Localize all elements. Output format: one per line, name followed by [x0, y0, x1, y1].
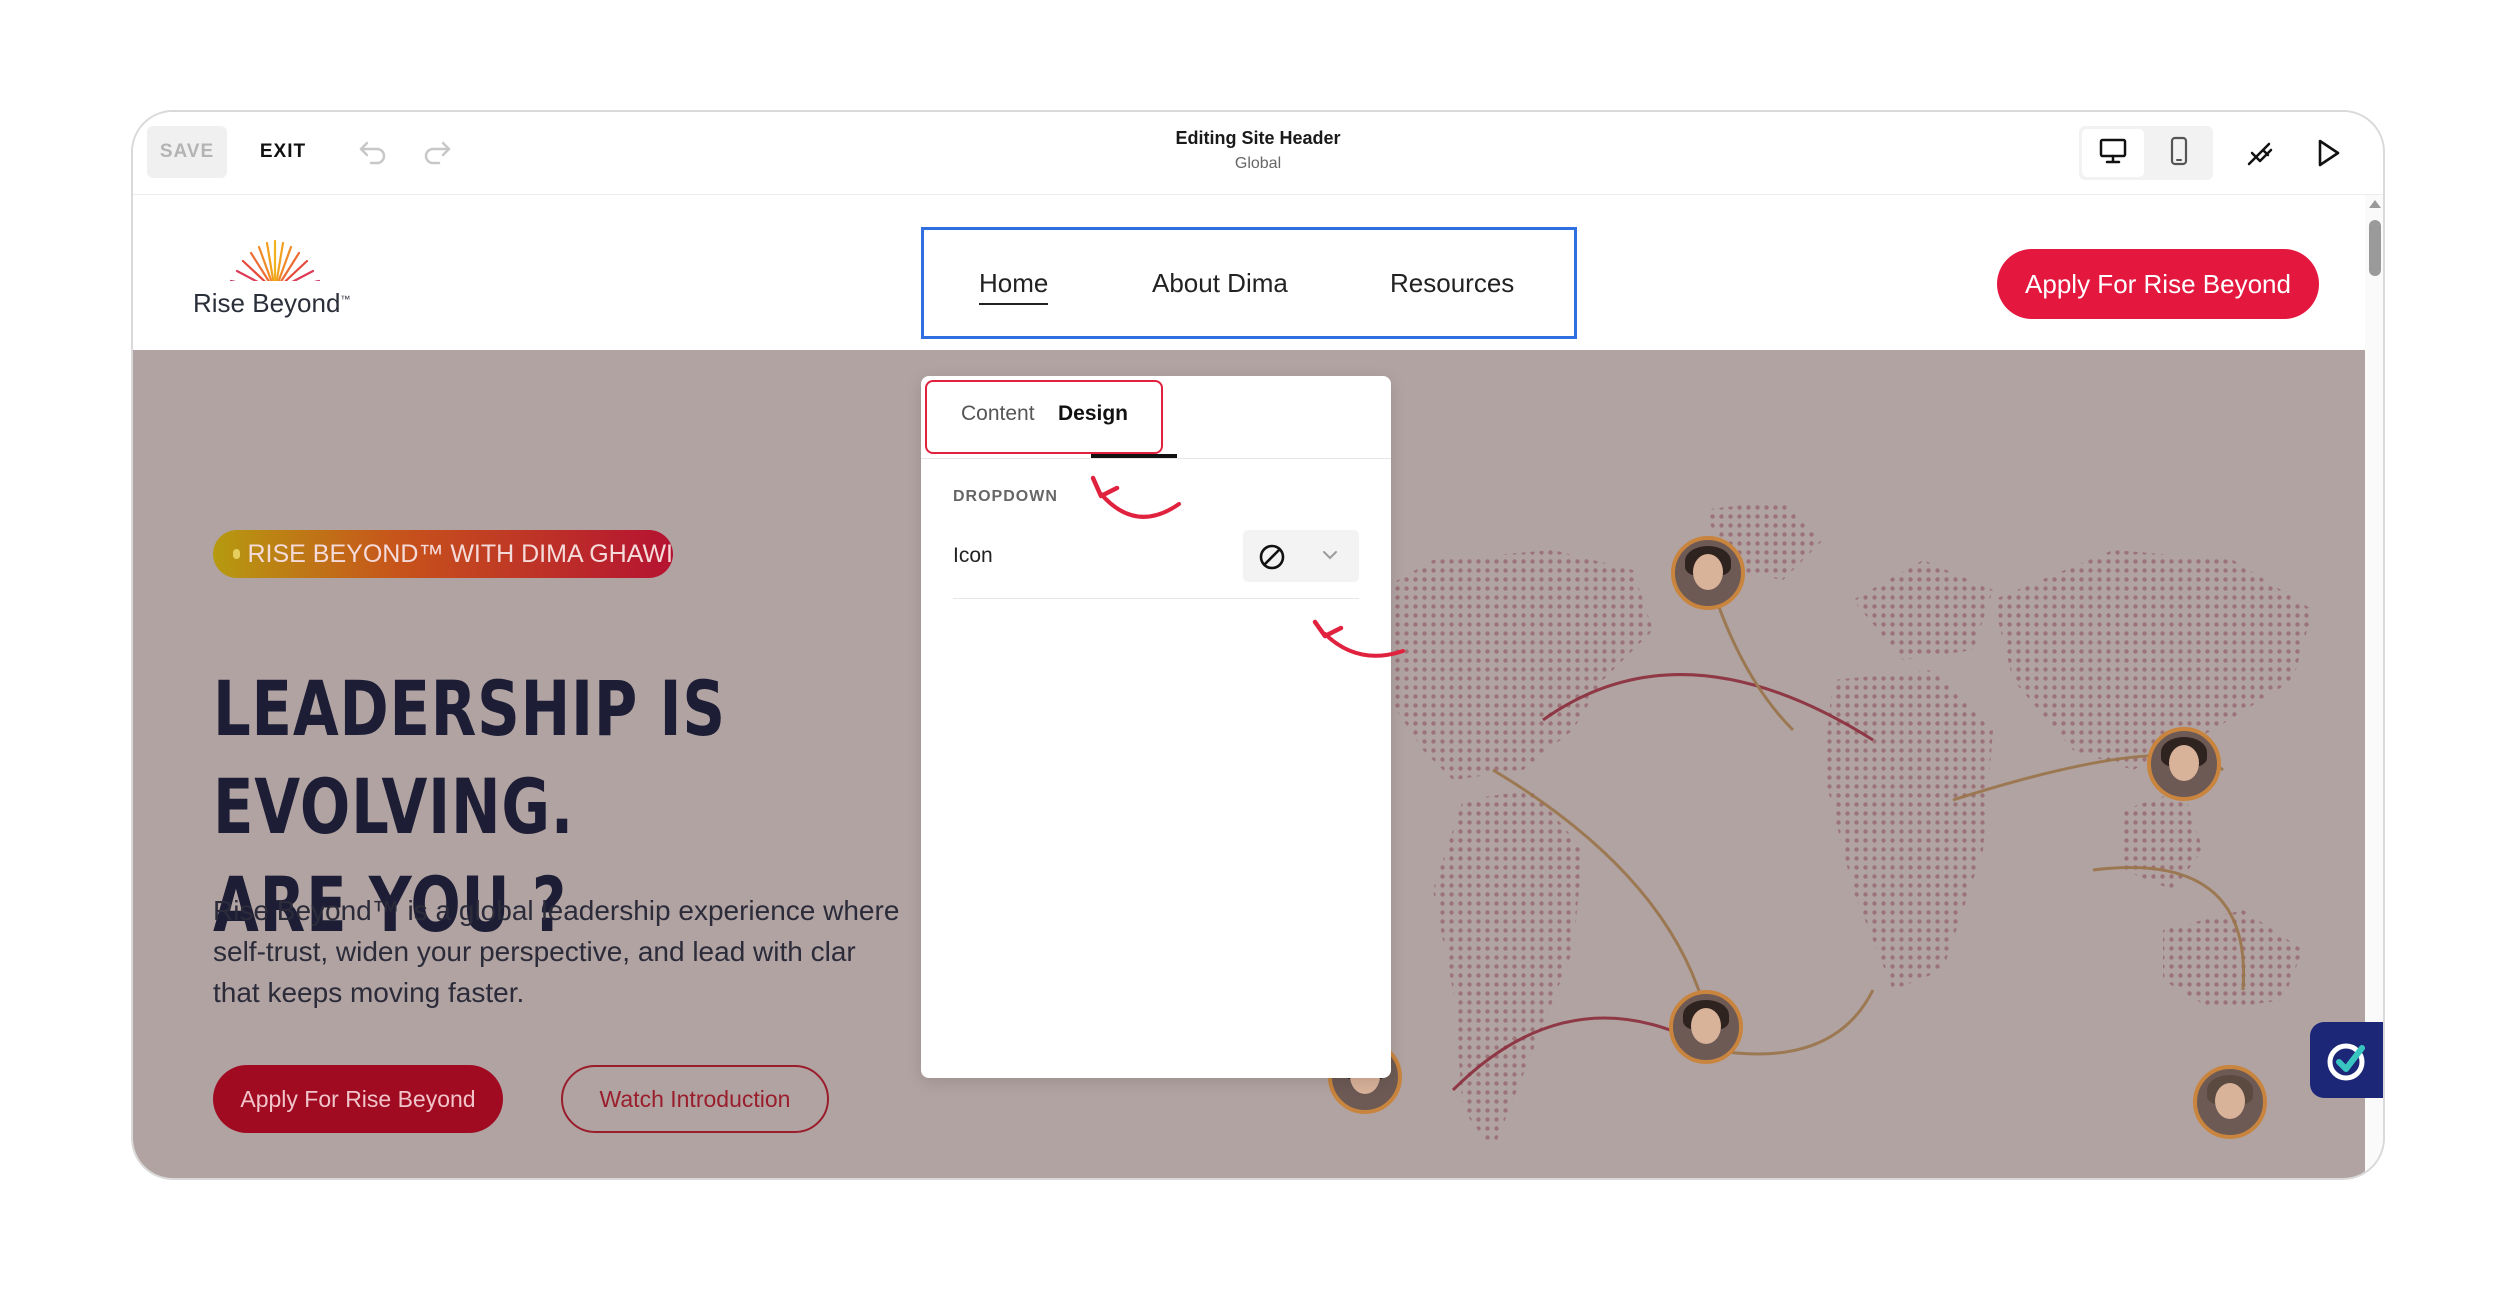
desktop-icon: [2099, 138, 2127, 169]
floating-app-badge[interactable]: [2310, 1022, 2383, 1098]
scroll-down-arrow-icon[interactable]: [2369, 1170, 2381, 1178]
scroll-up-arrow-icon[interactable]: [2369, 200, 2381, 208]
avatar: [1669, 990, 1743, 1064]
chevron-down-icon: [1321, 548, 1339, 567]
desktop-view-button[interactable]: [2082, 129, 2144, 177]
pill-text: RISE BEYOND™ WITH DIMA GHAWI: [247, 539, 674, 568]
scrollbar-thumb[interactable]: [2369, 220, 2381, 276]
nav-item-home[interactable]: Home: [979, 268, 1049, 305]
editing-title: Editing Site Header: [1175, 128, 1341, 148]
sunburst-logo-icon: [215, 239, 335, 295]
watch-introduction-button[interactable]: Watch Introduction: [561, 1065, 829, 1133]
hero-apply-button[interactable]: Apply For Rise Beyond: [213, 1065, 503, 1133]
none-icon: [1257, 542, 1287, 577]
nav-item-about-dima[interactable]: About Dima: [1152, 268, 1288, 299]
mobile-view-button[interactable]: [2148, 129, 2210, 177]
nav-item-resources[interactable]: Resources: [1390, 268, 1514, 299]
play-icon[interactable]: [2307, 132, 2349, 174]
editing-scope: Global: [1234, 155, 1282, 172]
description-line-1: Rise Beyond™ is a global leadership expe…: [213, 895, 900, 926]
annotation-arrow-icon: [1090, 475, 1181, 519]
avatar: [2193, 1065, 2267, 1139]
editor-toolbar: SAVE EXIT Editing Site Header Global: [133, 112, 2383, 195]
section-label-dropdown: DROPDOWN: [953, 488, 1058, 505]
popup-divider: [921, 458, 1391, 459]
mobile-icon: [2169, 136, 2189, 171]
hero-tagline-pill: RISE BEYOND™ WITH DIMA GHAWI: [213, 530, 673, 578]
pill-dot-icon: [233, 549, 240, 559]
site-header[interactable]: Rise Beyond™ Home About Dima Resources A…: [133, 195, 2363, 350]
icon-select[interactable]: [1243, 530, 1359, 582]
description-line-2: self-trust, widen your perspective, and …: [213, 936, 856, 967]
device-toggle: [2079, 126, 2213, 180]
avatar: [1671, 536, 1745, 610]
header-apply-button[interactable]: Apply For Rise Beyond: [1997, 249, 2319, 319]
icon-row-label: Icon: [953, 544, 993, 567]
selected-navigation-block[interactable]: Home About Dima Resources: [921, 227, 1577, 339]
site-logo[interactable]: Rise Beyond™: [193, 235, 373, 325]
annotation-arrow-icon: [1312, 619, 1405, 658]
tab-design[interactable]: Design: [1058, 402, 1128, 426]
editor-window: SAVE EXIT Editing Site Header Global Ris…: [131, 110, 2385, 1180]
checkmark-badge-icon: [2327, 1043, 2365, 1081]
tab-content[interactable]: Content: [961, 402, 1035, 426]
description-line-3: that keeps moving faster.: [213, 977, 525, 1008]
paintbrush-icon[interactable]: [2239, 132, 2281, 174]
headline-line-1: LEADERSHIP IS EVOLVING.: [213, 664, 726, 851]
avatar: [2147, 727, 2221, 801]
logo-trademark: ™: [340, 294, 351, 306]
logo-text: Rise Beyond™: [193, 288, 350, 319]
logo-wordmark: Rise Beyond: [193, 288, 341, 318]
hero-description: Rise Beyond™ is a global leadership expe…: [213, 890, 973, 1013]
row-divider: [953, 598, 1359, 599]
